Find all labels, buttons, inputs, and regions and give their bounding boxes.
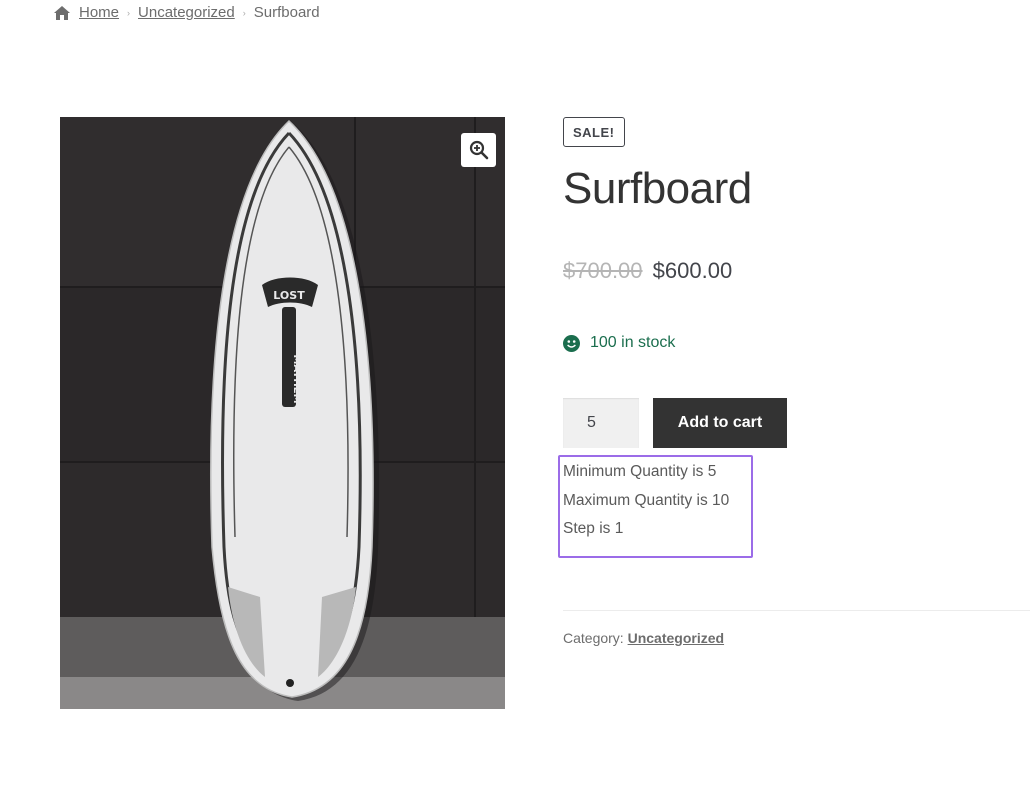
breadcrumb-separator: › [127, 7, 131, 18]
step-text: Step is 1 [563, 520, 624, 537]
product-meta: Category: Uncategorized [563, 630, 724, 646]
stock-text: 100 in stock [590, 334, 676, 352]
smiley-icon [563, 334, 580, 352]
max-quantity-text: Maximum Quantity is 10 [563, 491, 730, 509]
quantity-rules-box: Minimum Quantity is 5 Maximum Quantity i… [558, 455, 753, 558]
product-page: Home › Uncategorized › Surfboard LOST MA… [0, 0, 1030, 790]
add-to-cart-form: Add to cart [563, 398, 1030, 449]
min-quantity-text: Minimum Quantity is 5 [563, 463, 717, 480]
surfboard-photo: LOST MAYHEM [60, 117, 505, 709]
home-icon [53, 5, 71, 21]
board-brand-text: LOST [273, 289, 305, 302]
breadcrumb-category-link[interactable]: Uncategorized [138, 4, 235, 21]
zoom-button[interactable] [461, 133, 496, 167]
sale-badge: SALE! [563, 117, 625, 147]
quantity-input[interactable] [563, 398, 639, 449]
breadcrumb-current: Surfboard [253, 4, 320, 21]
product-image[interactable]: LOST MAYHEM [60, 117, 505, 709]
category-link[interactable]: Uncategorized [628, 630, 724, 646]
product-title: Surfboard [563, 164, 752, 213]
product-price: $700.00 $600.00 [563, 258, 1030, 284]
magnifier-plus-icon [469, 140, 488, 160]
stock-status: 100 in stock [563, 334, 1030, 352]
category-prefix: Category: [563, 630, 624, 646]
board-model-text: MAYHEM [291, 354, 302, 403]
breadcrumb: Home › Uncategorized › Surfboard [53, 4, 320, 21]
breadcrumb-separator: › [242, 7, 246, 18]
product-summary: SALE! Surfboard $700.00 $600.00 100 in s… [558, 117, 1030, 646]
breadcrumb-home-link[interactable]: Home [79, 4, 119, 21]
regular-price: $700.00 [563, 258, 643, 284]
divider [563, 610, 1030, 611]
sale-price: $600.00 [652, 258, 733, 284]
add-to-cart-button[interactable]: Add to cart [653, 398, 787, 449]
